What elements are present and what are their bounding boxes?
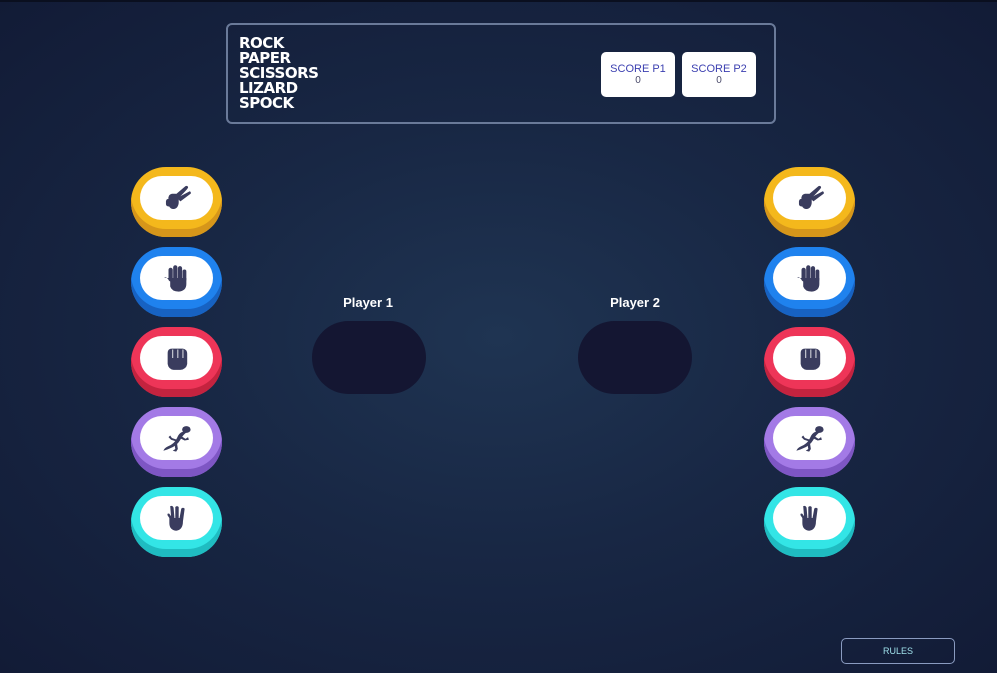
p2-rock-face	[773, 336, 846, 380]
p1-rock-face	[140, 336, 213, 380]
rock-fist-icon	[800, 348, 820, 370]
p1-paper-button[interactable]	[131, 247, 222, 317]
lizard-icon	[162, 426, 191, 452]
p2-paper-face	[773, 256, 846, 300]
p1-lizard-face	[140, 416, 213, 460]
player2-pick-slot	[578, 321, 692, 394]
score-p2-value: 0	[716, 75, 722, 86]
p1-paper-face	[140, 256, 213, 300]
p1-spock-face	[140, 496, 213, 540]
score-p2-box: SCORE P2 0	[682, 52, 756, 97]
paper-hand-icon	[796, 265, 819, 292]
lizard-icon	[795, 426, 824, 452]
score-p1-label: SCORE P1	[610, 63, 666, 75]
p2-paper-button[interactable]	[764, 247, 855, 317]
rules-button[interactable]: RULES	[841, 638, 955, 664]
spock-hand-icon	[799, 505, 818, 531]
score-p1-value: 0	[635, 75, 641, 86]
player1-label: Player 1	[343, 295, 393, 310]
p1-scissors-face	[140, 176, 213, 220]
game-title: ROCK PAPER SCISSORS LIZARD SPOCK	[239, 36, 319, 112]
player2-label: Player 2	[610, 295, 660, 310]
p1-rock-button[interactable]	[131, 327, 222, 397]
player1-choices	[131, 167, 223, 567]
scissors-hand-icon	[798, 185, 824, 210]
window-top-edge	[0, 0, 997, 2]
player1-pick-slot	[312, 321, 426, 394]
title-line-spock: SPOCK	[239, 94, 294, 112]
score-p2-label: SCORE P2	[691, 63, 747, 75]
p2-spock-button[interactable]	[764, 487, 855, 557]
spock-hand-icon	[166, 505, 185, 531]
p2-scissors-face	[773, 176, 846, 220]
p1-spock-button[interactable]	[131, 487, 222, 557]
player2-choices	[764, 167, 856, 567]
scissors-hand-icon	[165, 185, 191, 210]
p2-spock-face	[773, 496, 846, 540]
p2-rock-button[interactable]	[764, 327, 855, 397]
p2-scissors-button[interactable]	[764, 167, 855, 237]
paper-hand-icon	[163, 265, 186, 292]
p2-lizard-button[interactable]	[764, 407, 855, 477]
p1-scissors-button[interactable]	[131, 167, 222, 237]
p1-lizard-button[interactable]	[131, 407, 222, 477]
score-p1-box: SCORE P1 0	[601, 52, 675, 97]
p2-lizard-face	[773, 416, 846, 460]
rock-fist-icon	[167, 348, 187, 370]
scoreboard-header: ROCK PAPER SCISSORS LIZARD SPOCK SCORE P…	[226, 23, 776, 124]
